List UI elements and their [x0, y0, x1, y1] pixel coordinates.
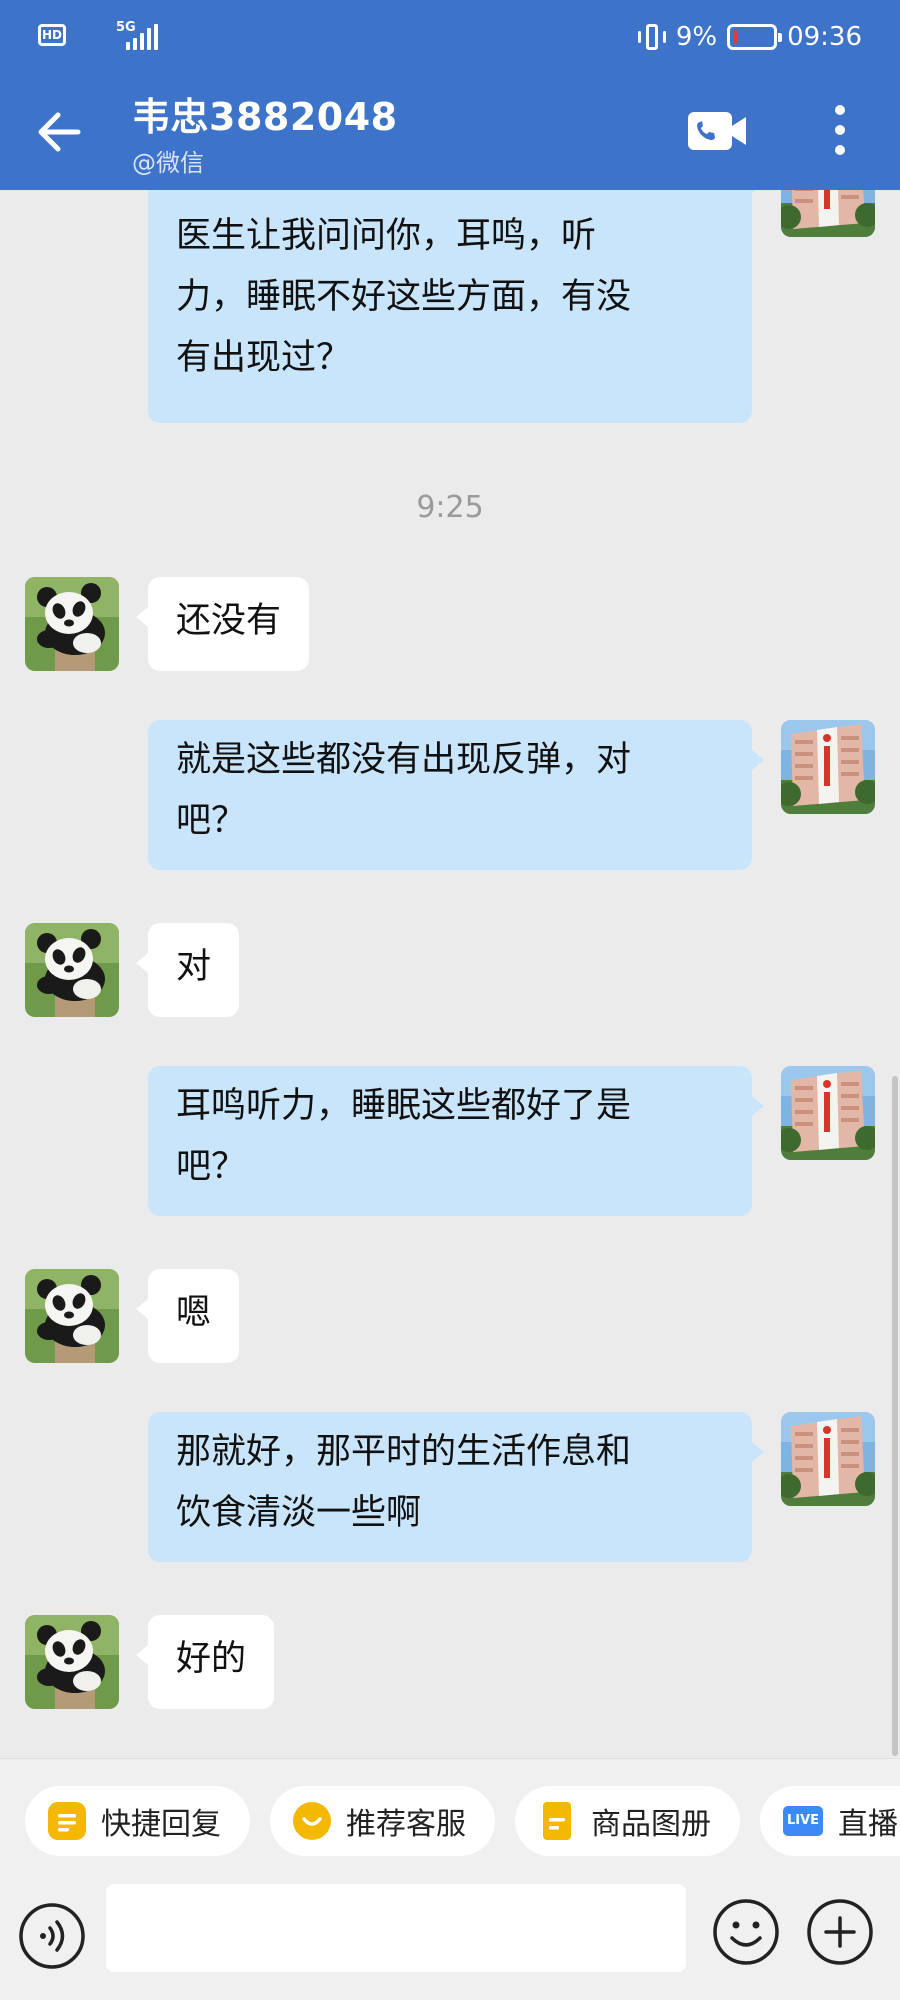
recommend-service-chip[interactable]: 推荐客服 [270, 1786, 495, 1856]
back-button[interactable] [32, 104, 88, 160]
my-avatar[interactable] [781, 720, 875, 814]
message-list[interactable]: 老乡，停药差不多半年了，郭 医生让我问问你，耳鸣，听 力，睡眠不好这些方面，有没… [0, 190, 900, 1758]
panda-avatar-image [25, 923, 119, 1017]
chip-label: 直播 [838, 1807, 898, 1842]
chat-scrollbar[interactable] [892, 1076, 898, 1756]
battery-icon [727, 24, 783, 50]
signal-strength-icon [126, 24, 158, 50]
hospital-avatar-image [781, 1412, 875, 1506]
chip-label: 推荐客服 [346, 1807, 466, 1842]
incoming-message-bubble[interactable]: 还没有 [135, 577, 310, 671]
incoming-message-bubble[interactable]: 好的 [135, 1615, 275, 1709]
input-bar [0, 1884, 900, 2000]
message-line: 耳鸣听力，睡眠这些都好了是 [176, 1086, 632, 1126]
chip-label: 快捷回复 [101, 1807, 221, 1842]
contact-source: @微信 [132, 149, 204, 177]
more-options-button[interactable] [820, 100, 860, 160]
emoji-button[interactable] [712, 1898, 780, 1966]
message-line: 就是这些都没有出现反弹，对 [176, 740, 632, 780]
quick-reply-chip[interactable]: 快捷回复 [25, 1786, 250, 1856]
plus-icon [807, 1899, 873, 1965]
hospital-avatar-image [781, 1066, 875, 1160]
contact-name[interactable]: 韦忠3882048 [132, 86, 398, 141]
status-left: HD 5G [38, 20, 158, 50]
panda-avatar-image [25, 1615, 119, 1709]
contact-avatar[interactable] [25, 1269, 119, 1363]
product-album-chip[interactable]: 商品图册 [515, 1786, 740, 1856]
message-line: 老乡，停药差不多半年了，郭 [176, 190, 724, 206]
time-divider: 9:25 [416, 490, 484, 525]
more-vertical-icon [835, 105, 845, 155]
quick-action-bar[interactable]: 快捷回复 推荐客服 商品图册 LIVE 直播 [0, 1758, 900, 1884]
message-line: 那就好，那平时的生活作息和 [176, 1432, 632, 1472]
cellular-group: 5G [78, 20, 158, 50]
vibrate-icon [637, 22, 666, 52]
video-call-icon [688, 112, 746, 150]
outgoing-message-bubble[interactable]: 那就好，那平时的生活作息和 饮食清淡一些啊 [148, 1412, 764, 1562]
battery-level-fill [733, 30, 738, 44]
incoming-message-bubble[interactable]: 嗯 [135, 1269, 240, 1363]
contact-avatar[interactable] [25, 577, 119, 671]
status-bar: HD 5G 9% 09:36 [0, 0, 900, 80]
outgoing-message-bubble[interactable]: 老乡，停药差不多半年了，郭 医生让我问问你，耳鸣，听 力，睡眠不好这些方面，有没… [148, 190, 764, 423]
contact-avatar[interactable] [25, 1615, 119, 1709]
message-line: 还没有 [176, 601, 282, 641]
panda-avatar-image [25, 1269, 119, 1363]
live-badge: LIVE [783, 1806, 823, 1836]
chat-header: HD 5G 9% 09:36 韦忠3882048 @微信 [0, 0, 900, 190]
status-right: 9% 09:36 [637, 22, 862, 52]
voice-input-button[interactable] [18, 1902, 86, 1970]
hospital-avatar-image [781, 190, 875, 237]
message-line: 医生让我问问你，耳鸣，听 [176, 216, 597, 256]
hospital-avatar-image [781, 720, 875, 814]
message-line: 吧？ [176, 801, 247, 841]
my-avatar[interactable] [781, 1066, 875, 1160]
chip-label: 商品图册 [591, 1807, 711, 1842]
message-line: 对 [176, 947, 212, 987]
live-icon: LIVE [782, 1801, 824, 1841]
my-avatar[interactable] [781, 1412, 875, 1506]
message-input[interactable] [106, 1884, 686, 1972]
message-line: 吧？ [176, 1147, 247, 1187]
incoming-message-bubble[interactable]: 对 [135, 923, 240, 1017]
my-avatar[interactable] [781, 190, 875, 237]
voice-icon [19, 1903, 85, 1969]
message-line: 嗯 [176, 1293, 212, 1333]
arrow-left-icon [38, 112, 81, 152]
more-functions-button[interactable] [806, 1898, 874, 1966]
outgoing-message-bubble[interactable]: 耳鸣听力，睡眠这些都好了是 吧？ [148, 1066, 764, 1216]
message-line: 有出现过？ [176, 338, 352, 378]
quick-reply-icon [47, 1801, 87, 1841]
panda-avatar-image [25, 577, 119, 671]
clock: 09:36 [787, 22, 862, 52]
emoji-icon [713, 1899, 779, 1965]
message-line: 饮食清淡一些啊 [176, 1493, 422, 1533]
message-line: 好的 [176, 1639, 247, 1679]
hd-badge: HD [38, 24, 66, 46]
live-chip[interactable]: LIVE 直播 [760, 1786, 900, 1856]
video-call-button[interactable] [686, 108, 748, 154]
product-album-icon [537, 1801, 577, 1841]
recommend-service-icon [292, 1801, 332, 1841]
message-line: 力，睡眠不好这些方面，有没 [176, 277, 632, 317]
battery-percent: 9% [675, 22, 718, 52]
outgoing-message-bubble[interactable]: 就是这些都没有出现反弹，对 吧？ [148, 720, 764, 870]
contact-avatar[interactable] [25, 923, 119, 1017]
